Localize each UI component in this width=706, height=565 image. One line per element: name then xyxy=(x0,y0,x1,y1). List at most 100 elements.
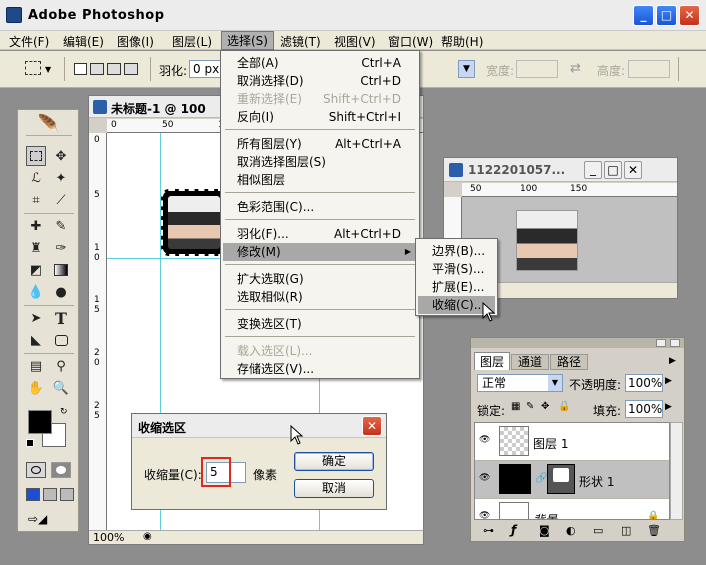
zoom-level[interactable]: 100% xyxy=(93,531,124,544)
shape-tool-icon[interactable] xyxy=(51,330,71,350)
opacity-slider-arrow-icon[interactable]: ▶ xyxy=(665,376,672,386)
link-layers-icon[interactable]: ⊶ xyxy=(483,524,494,537)
submenu-item-smooth[interactable]: 平滑(S)... xyxy=(418,260,495,278)
menu-item-save-selection[interactable]: 存储选区(V)... xyxy=(223,360,417,378)
style-dropdown-arrow[interactable]: ▼ xyxy=(458,60,475,78)
panel-close-button[interactable] xyxy=(670,339,680,347)
layer-row[interactable]: 👁 背景 🔒 xyxy=(475,499,669,519)
width-input[interactable] xyxy=(516,60,558,78)
menu-filter[interactable]: 滤镜(T) xyxy=(280,33,321,50)
brush-tool-icon[interactable]: ✎ xyxy=(51,216,71,236)
lock-transparent-icon[interactable]: ▦ xyxy=(511,401,520,412)
panel-minimize-button[interactable] xyxy=(656,339,666,347)
menu-item-similar[interactable]: 选取相似(R) xyxy=(223,288,417,306)
close-button[interactable]: ✕ xyxy=(679,5,700,26)
menu-item-deselect[interactable]: 取消选择(D) Ctrl+D xyxy=(223,72,417,90)
eraser-tool-icon[interactable]: ◩ xyxy=(26,260,46,280)
delete-layer-icon[interactable]: 🗑 xyxy=(647,524,661,537)
ok-button[interactable]: 确定 xyxy=(294,452,374,471)
menu-select[interactable]: 选择(S) xyxy=(221,31,274,50)
menu-item-select-all[interactable]: 全部(A) Ctrl+A xyxy=(223,54,417,72)
doc1-vertical-ruler[interactable]: 0 5 1 0 1 5 2 0 2 5 xyxy=(89,133,107,533)
foreground-color-swatch[interactable] xyxy=(28,410,52,434)
dialog-titlebar[interactable]: 收缩选区 ✕ xyxy=(132,414,386,438)
menu-help[interactable]: 帮助(H) xyxy=(441,33,483,50)
menu-image[interactable]: 图像(I) xyxy=(117,33,154,50)
new-group-icon[interactable]: ▭ xyxy=(593,524,603,537)
eyedropper-icon[interactable]: ⚲ xyxy=(51,356,71,376)
submenu-item-expand[interactable]: 扩展(E)... xyxy=(418,278,495,296)
swap-icon[interactable]: ⇄ xyxy=(570,61,581,76)
tab-channels[interactable]: 通道 xyxy=(511,354,549,370)
default-colors-icon[interactable] xyxy=(26,439,34,447)
dialog-close-button[interactable]: ✕ xyxy=(362,416,382,436)
blend-mode-select[interactable]: 正常 ▼ xyxy=(477,374,563,392)
menu-item-load-selection[interactable]: 载入选区(L)... xyxy=(223,342,417,360)
menu-item-feather[interactable]: 羽化(F)... Alt+Ctrl+D xyxy=(223,225,417,243)
doc2-titlebar[interactable]: 1122201057... _ □ ✕ xyxy=(444,158,677,182)
menu-item-grow[interactable]: 扩大选取(G) xyxy=(223,270,417,288)
screen-mode-full-menu-icon[interactable] xyxy=(43,488,57,501)
notes-tool-icon[interactable]: ▤ xyxy=(26,356,46,376)
dodge-tool-icon[interactable]: ● xyxy=(51,282,71,302)
slice-tool-icon[interactable]: ⟋ xyxy=(51,190,71,210)
blur-tool-icon[interactable]: 💧 xyxy=(26,282,46,302)
quickmask-mode-icon[interactable] xyxy=(51,462,71,478)
layer-row[interactable]: 👁 🔗 形状 1 xyxy=(475,461,669,499)
healing-brush-icon[interactable]: ✚ xyxy=(26,216,46,236)
intersect-selection-icon[interactable] xyxy=(124,63,138,75)
visibility-eye-icon[interactable]: 👁 xyxy=(479,511,493,519)
zoom-tool-icon[interactable]: 🔍 xyxy=(51,378,71,398)
doc2-minimize-button[interactable]: _ xyxy=(584,161,602,179)
move-tool-icon[interactable]: ✥ xyxy=(51,146,71,166)
maximize-button[interactable]: □ xyxy=(656,5,677,26)
menu-edit[interactable]: 编辑(E) xyxy=(63,33,104,50)
fill-input[interactable]: 100% xyxy=(625,400,663,418)
path-select-icon[interactable]: ➤ xyxy=(26,308,46,328)
status-arrow-icon[interactable]: ◉ xyxy=(143,531,152,542)
screen-mode-standard-icon[interactable] xyxy=(26,488,40,501)
crop-tool-icon[interactable]: ⌗ xyxy=(26,190,46,210)
tool-preset-dropdown-icon[interactable]: ▼ xyxy=(45,65,51,74)
screen-mode-full-icon[interactable] xyxy=(60,488,74,501)
opacity-input[interactable]: 100% xyxy=(625,374,663,392)
adjustment-layer-icon[interactable]: ◐ xyxy=(566,524,576,537)
subtract-selection-icon[interactable] xyxy=(107,63,121,75)
pen-tool-icon[interactable]: ◣ xyxy=(26,330,46,350)
doc2-horizontal-ruler[interactable]: 50 100 150 xyxy=(462,183,677,197)
visibility-eye-icon[interactable]: 👁 xyxy=(479,473,493,483)
menu-item-all-layers[interactable]: 所有图层(Y) Alt+Ctrl+A xyxy=(223,135,417,153)
layer-mask-icon[interactable]: ◙ xyxy=(539,524,550,537)
new-layer-icon[interactable]: ◫ xyxy=(621,524,631,537)
selected-photo-frame[interactable] xyxy=(161,189,227,256)
menu-window[interactable]: 窗口(W) xyxy=(388,33,433,50)
add-selection-icon[interactable] xyxy=(90,63,104,75)
marquee-tool-icon[interactable] xyxy=(25,61,41,75)
history-brush-icon[interactable]: ✑ xyxy=(51,238,71,258)
menu-item-color-range[interactable]: 色彩范围(C)... xyxy=(223,198,417,216)
clone-stamp-icon[interactable]: ♜ xyxy=(26,238,46,258)
doc2-maximize-button[interactable]: □ xyxy=(604,161,622,179)
gradient-tool-icon[interactable] xyxy=(51,260,71,280)
menu-item-similar-layers[interactable]: 相似图层 xyxy=(223,171,417,189)
doc2-close-button[interactable]: ✕ xyxy=(624,161,642,179)
tab-layers[interactable]: 图层 xyxy=(474,352,510,370)
menu-item-inverse[interactable]: 反向(I) Shift+Ctrl+I xyxy=(223,108,417,126)
lock-paint-icon[interactable]: ✎ xyxy=(526,401,534,412)
marquee-tool-icon[interactable] xyxy=(26,146,46,166)
panel-titlebar[interactable] xyxy=(471,338,684,348)
submenu-item-border[interactable]: 边界(B)... xyxy=(418,242,495,260)
tab-paths[interactable]: 路径 xyxy=(550,354,588,370)
menu-view[interactable]: 视图(V) xyxy=(334,33,376,50)
minimize-button[interactable]: _ xyxy=(633,5,654,26)
feather-logo-icon[interactable]: 🪶 xyxy=(26,114,72,136)
new-selection-icon[interactable] xyxy=(74,63,87,75)
menu-item-reselect[interactable]: 重新选择(E) Shift+Ctrl+D xyxy=(223,90,417,108)
hand-tool-icon[interactable]: ✋ xyxy=(26,378,46,398)
standard-mode-icon[interactable] xyxy=(26,462,46,478)
cancel-button[interactable]: 取消 xyxy=(294,479,374,498)
menu-file[interactable]: 文件(F) xyxy=(9,33,49,50)
lock-all-icon[interactable]: 🔒 xyxy=(558,401,570,412)
jump-to-imageready-icon[interactable]: ⇨◢ xyxy=(28,512,68,528)
lock-move-icon[interactable]: ✥ xyxy=(541,401,549,412)
